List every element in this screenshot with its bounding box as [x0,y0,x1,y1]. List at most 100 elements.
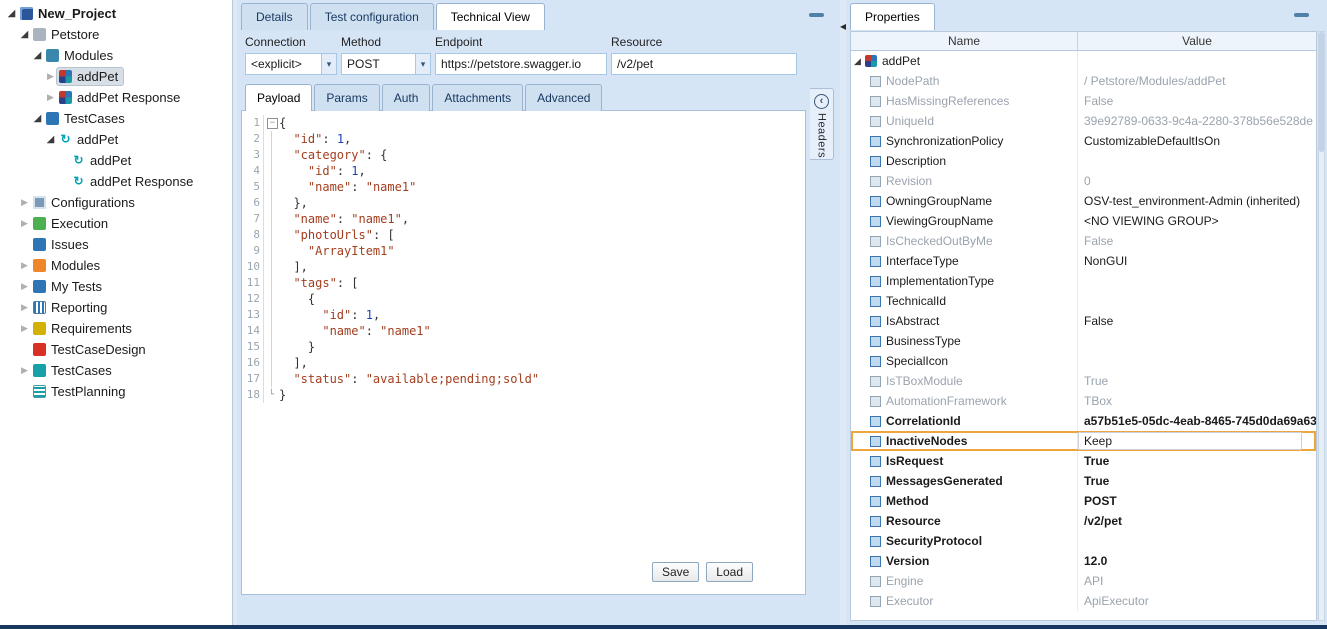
property-value-cell[interactable] [1078,271,1316,291]
property-row-interfacetype[interactable]: InterfaceTypeNonGUI [851,251,1316,271]
load-button[interactable]: Load [706,562,753,582]
property-row-uniqueid[interactable]: UniqueId39e92789-0633-9c4a-2280-378b56e5… [851,111,1316,131]
property-value-cell[interactable]: /v2/pet [1078,511,1316,531]
property-row-messagesgenerated[interactable]: MessagesGeneratedTrue [851,471,1316,491]
property-row-isabstract[interactable]: IsAbstractFalse [851,311,1316,331]
tree-item-addpet[interactable]: ▶addPet [0,66,232,87]
name-column-header[interactable]: Name [851,32,1078,50]
fold-collapse-icon[interactable] [264,115,279,131]
property-row-revision[interactable]: Revision0 [851,171,1316,191]
tree-item-addpet-response[interactable]: addPet Response [0,171,232,192]
expander-icon[interactable]: ▶ [18,259,31,272]
tree-item-testplanning[interactable]: TestPlanning [0,381,232,402]
property-value-cell[interactable]: True [1078,471,1316,491]
property-value-cell[interactable] [1078,531,1316,551]
connection-select[interactable]: <explicit> ▾ [245,53,337,75]
tree-item-testcasedesign[interactable]: TestCaseDesign [0,339,232,360]
property-value-cell[interactable]: <NO VIEWING GROUP> [1078,211,1316,231]
property-row-version[interactable]: Version12.0 [851,551,1316,571]
tab-test-configuration[interactable]: Test configuration [310,3,434,30]
property-value-cell[interactable]: NonGUI [1078,251,1316,271]
property-value-cell[interactable] [1078,151,1316,171]
tree-item-testcases[interactable]: ▶TestCases [0,360,232,381]
property-row-specialicon[interactable]: SpecialIcon [851,351,1316,371]
property-value-cell[interactable]: 0 [1078,171,1316,191]
property-row-businesstype[interactable]: BusinessType [851,331,1316,351]
expander-icon[interactable]: ▶ [18,322,31,335]
property-value-cell[interactable]: True [1078,451,1316,471]
endpoint-input[interactable]: https://petstore.swagger.io [435,53,607,75]
tree-item-reporting[interactable]: ▶Reporting [0,297,232,318]
property-value-cell[interactable]: a57b51e5-05dc-4eab-8465-745d0da69a63 [1078,411,1316,431]
property-row-correlationid[interactable]: CorrelationIda57b51e5-05dc-4eab-8465-745… [851,411,1316,431]
expander-icon[interactable]: ▶ [18,280,31,293]
property-row-ischeckedoutbyme[interactable]: IsCheckedOutByMeFalse [851,231,1316,251]
subtab-attachments[interactable]: Attachments [432,84,523,111]
property-value-cell[interactable]: Keep [1078,432,1302,450]
expander-icon[interactable]: ◢ [5,7,18,20]
tree-item-petstore[interactable]: ◢Petstore [0,24,232,45]
expand-left-circle-icon[interactable]: ‹ [814,94,829,109]
tree-item-addpet[interactable]: ◢addPet [0,129,232,150]
properties-scrollbar[interactable] [1318,31,1325,621]
subtab-payload[interactable]: Payload [245,84,312,111]
property-row-securityprotocol[interactable]: SecurityProtocol [851,531,1316,551]
property-row-method[interactable]: MethodPOST [851,491,1316,511]
tree-item-testcases[interactable]: ◢TestCases [0,108,232,129]
tree-item-new_project[interactable]: ◢New_Project [0,3,232,24]
property-row-istboxmodule[interactable]: IsTBoxModuleTrue [851,371,1316,391]
property-row-technicalid[interactable]: TechnicalId [851,291,1316,311]
tree-item-modules[interactable]: ◢Modules [0,45,232,66]
tab-details[interactable]: Details [241,3,308,30]
tree-item-my-tests[interactable]: ▶My Tests [0,276,232,297]
chevron-down-icon[interactable]: ▾ [415,54,430,74]
tree-item-execution[interactable]: ▶Execution [0,213,232,234]
subtab-auth[interactable]: Auth [382,84,431,111]
expander-icon[interactable]: ▶ [18,301,31,314]
chevron-down-icon[interactable]: ▾ [321,54,336,74]
property-value-cell[interactable] [1078,331,1316,351]
expander-icon[interactable]: ◢ [31,49,44,62]
property-row-viewinggroupname[interactable]: ViewingGroupName<NO VIEWING GROUP> [851,211,1316,231]
property-row-synchronizationpolicy[interactable]: SynchronizationPolicyCustomizableDefault… [851,131,1316,151]
property-row-engine[interactable]: EngineAPI [851,571,1316,591]
tree-item-issues[interactable]: Issues [0,234,232,255]
tree-item-modules[interactable]: ▶Modules [0,255,232,276]
property-root-row[interactable]: ◢addPet [851,51,1316,71]
property-value-cell[interactable]: CustomizableDefaultIsOn [1078,131,1316,151]
payload-editor[interactable]: 1{2 "id": 1,3 "category": {4 "id": 1,5 "… [241,110,806,595]
property-row-executor[interactable]: ExecutorApiExecutor [851,591,1316,611]
expander-icon[interactable]: ▶ [44,91,57,104]
property-value-cell[interactable]: False [1078,311,1316,331]
save-button[interactable]: Save [652,562,699,582]
subtab-advanced[interactable]: Advanced [525,84,602,111]
property-value-cell[interactable]: TBox [1078,391,1316,411]
tree-item-requirements[interactable]: ▶Requirements [0,318,232,339]
property-row-implementationtype[interactable]: ImplementationType [851,271,1316,291]
tree-item-addpet[interactable]: addPet [0,150,232,171]
scrollbar-thumb[interactable] [1319,32,1324,152]
minimize-panel-icon[interactable] [1294,13,1309,17]
property-value-cell[interactable]: ApiExecutor [1078,591,1316,611]
expander-icon[interactable]: ▶ [18,217,31,230]
property-row-inactivenodes[interactable]: InactiveNodesKeep [851,431,1316,451]
tab-properties[interactable]: Properties [850,3,935,30]
tree-item-configurations[interactable]: ▶Configurations [0,192,232,213]
value-column-header[interactable]: Value [1078,32,1316,50]
property-value-cell[interactable]: 12.0 [1078,551,1316,571]
property-value-cell[interactable] [1078,351,1316,371]
tab-technical-view[interactable]: Technical View [436,3,545,30]
expander-icon[interactable]: ◢ [31,112,44,125]
expander-icon[interactable]: ◢ [44,133,57,146]
expander-icon[interactable]: ◢ [18,28,31,41]
property-row-hasmissingreferences[interactable]: HasMissingReferencesFalse [851,91,1316,111]
method-select[interactable]: POST ▾ [341,53,431,75]
property-value-cell[interactable] [1078,291,1316,311]
expander-icon[interactable]: ▶ [18,196,31,209]
expander-icon[interactable]: ▶ [44,70,57,83]
property-value-cell[interactable] [1078,51,1316,71]
property-value-cell[interactable]: / Petstore/Modules/addPet [1078,71,1316,91]
resource-input[interactable]: /v2/pet [611,53,797,75]
property-value-cell[interactable]: 39e92789-0633-9c4a-2280-378b56e528de [1078,111,1316,131]
property-row-isrequest[interactable]: IsRequestTrue [851,451,1316,471]
